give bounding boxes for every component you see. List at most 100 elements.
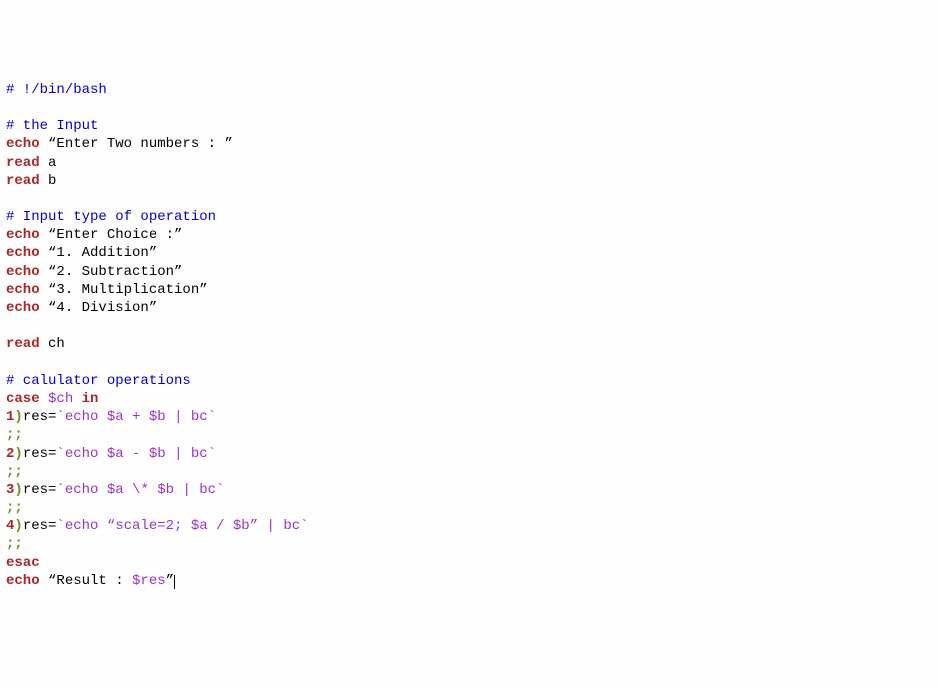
variable: $a [107,409,124,425]
keyword-echo: echo [6,573,40,589]
code-line: read b [6,172,932,190]
string: “Result : [40,573,132,589]
string: “Enter Choice :” [40,227,183,243]
code-editor[interactable]: # !/bin/bash # the Inputecho “Enter Two … [6,81,932,590]
keyword-echo: echo [6,227,40,243]
code-line: ;; [6,463,932,481]
arg: a [40,155,57,171]
code-line: 3)res=`echo $a \* $b | bc` [6,481,932,499]
blank-line [6,317,932,335]
string: “Enter Two numbers : ” [40,136,233,152]
code-line: echo “3. Multiplication” [6,281,932,299]
string: “1. Addition” [40,245,158,261]
keyword-esac: esac [6,555,40,571]
keyword-echo: echo [6,264,40,280]
assign: res= [23,518,57,534]
variable: $ch [40,391,82,407]
case-end: ;; [6,427,23,443]
variable: $res [132,573,166,589]
backtick: ` [56,482,64,498]
assign: res= [23,446,57,462]
pipe: | bc [174,482,216,498]
cmd: echo [65,518,107,534]
pipe: | bc [166,409,208,425]
keyword-read: read [6,155,40,171]
operator: \* [124,482,158,498]
backtick: ` [208,446,216,462]
keyword-echo: echo [6,282,40,298]
code-line: # the Input [6,117,932,135]
scale: scale=2; [115,518,191,534]
keyword-in: in [82,391,99,407]
comment: # the Input [6,118,98,134]
quote: ” [250,518,258,534]
paren: ) [14,518,22,534]
variable: $b [149,446,166,462]
code-line: ;; [6,499,932,517]
blank-line [6,99,932,117]
code-line: echo “1. Addition” [6,244,932,262]
assign: res= [23,409,57,425]
case-number: 4 [6,518,14,534]
quote: “ [107,518,115,534]
variable: $b [233,518,250,534]
operator: + [124,409,149,425]
code-line: echo “4. Division” [6,299,932,317]
keyword-case: case [6,391,40,407]
code-line: read a [6,154,932,172]
keyword-read: read [6,173,40,189]
string: “2. Subtraction” [40,264,183,280]
operator: - [124,446,149,462]
code-line: 2)res=`echo $a - $b | bc` [6,445,932,463]
variable: $b [149,409,166,425]
comment: # Input type of operation [6,209,216,225]
code-line: ;; [6,535,932,553]
code-line: # calulator operations [6,372,932,390]
pipe: | bc [258,518,300,534]
pipe: | bc [166,446,208,462]
code-line: 4)res=`echo “scale=2; $a / $b” | bc` [6,517,932,535]
variable: $a [107,482,124,498]
string: “3. Multiplication” [40,282,208,298]
code-line: echo “Enter Choice :” [6,226,932,244]
case-end: ;; [6,536,23,552]
backtick: ` [56,409,64,425]
code-line: 1)res=`echo $a + $b | bc` [6,408,932,426]
variable: $a [107,446,124,462]
code-line: echo “Result : $res” [6,572,932,590]
paren: ) [14,409,22,425]
operator: / [208,518,233,534]
case-end: ;; [6,500,23,516]
code-line: # Input type of operation [6,208,932,226]
assign: res= [23,482,57,498]
cmd: echo [65,446,107,462]
comment: # !/bin/bash [6,82,107,98]
case-end: ;; [6,464,23,480]
code-line: echo “Enter Two numbers : ” [6,135,932,153]
arg: b [40,173,57,189]
blank-line [6,190,932,208]
code-line: esac [6,554,932,572]
keyword-echo: echo [6,300,40,316]
keyword-echo: echo [6,245,40,261]
code-line: echo “2. Subtraction” [6,263,932,281]
comment: # calulator operations [6,373,191,389]
variable: $a [191,518,208,534]
blank-line [6,354,932,372]
paren: ) [14,482,22,498]
variable: $b [157,482,174,498]
cmd: echo [65,409,107,425]
code-line: case $ch in [6,390,932,408]
code-line: read ch [6,335,932,353]
backtick: ` [56,518,64,534]
paren: ) [14,446,22,462]
backtick: ` [216,482,224,498]
keyword-read: read [6,336,40,352]
keyword-echo: echo [6,136,40,152]
text-cursor [174,575,175,589]
arg: ch [40,336,65,352]
backtick: ` [208,409,216,425]
cmd: echo [65,482,107,498]
backtick: ` [300,518,308,534]
code-line: ;; [6,426,932,444]
